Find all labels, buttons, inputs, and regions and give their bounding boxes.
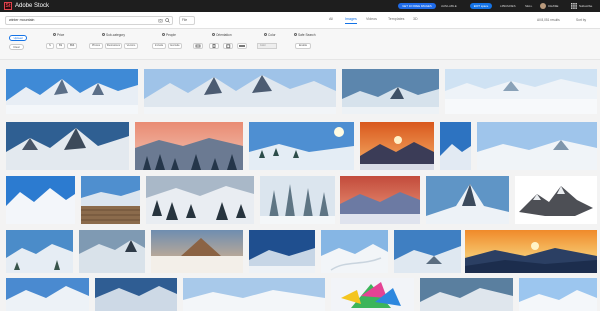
- result-image[interactable]: [260, 176, 335, 224]
- result-image[interactable]: [151, 230, 243, 273]
- nav-sell[interactable]: SELL: [525, 3, 532, 9]
- price-chip-2[interactable]: $$: [56, 43, 65, 49]
- adobe-stock-page: St Adobe Stock GET 10 FREE IMAGES AVAILA…: [0, 0, 600, 311]
- tab-all[interactable]: All: [329, 15, 333, 23]
- result-image[interactable]: [249, 230, 315, 273]
- results-grid: [0, 60, 600, 311]
- result-image[interactable]: [183, 278, 325, 311]
- nav-available[interactable]: AVAILABLE: [441, 3, 457, 9]
- result-image[interactable]: [426, 176, 509, 224]
- apps-grid-icon[interactable]: [571, 3, 577, 9]
- safesearch-label: Safe Search: [298, 33, 316, 37]
- result-image[interactable]: [6, 69, 138, 114]
- result-image[interactable]: [321, 230, 388, 273]
- result-image[interactable]: [6, 122, 129, 170]
- safesearch-filter-title: Safe Search: [294, 33, 316, 38]
- people-exclude[interactable]: Exclude: [168, 43, 182, 49]
- tab-templates[interactable]: Templates: [388, 15, 404, 23]
- result-image[interactable]: [360, 122, 434, 170]
- orientation-panoramic[interactable]: [237, 43, 247, 49]
- price-filter-title: Price: [53, 33, 64, 38]
- search-icon[interactable]: [165, 18, 170, 23]
- orientation-square[interactable]: [223, 43, 233, 49]
- safe-search-icon: [294, 33, 297, 37]
- clear-button[interactable]: Clear: [9, 44, 24, 50]
- subcategory-photos[interactable]: Photos: [89, 43, 103, 49]
- subscribe-link[interactable]: Subscribe: [579, 3, 592, 9]
- color-filter-title: Color: [264, 33, 276, 38]
- result-image[interactable]: [6, 278, 89, 311]
- brand-name[interactable]: Adobe Stock: [15, 2, 49, 10]
- result-image[interactable]: [6, 176, 75, 224]
- subcategory-filter-title: Sub-category: [102, 33, 125, 38]
- orientation-landscape[interactable]: [193, 43, 203, 49]
- people-label: People: [166, 33, 176, 37]
- square-icon: [226, 44, 230, 48]
- filter-bar: Upload Clear Price $ $$ $$$ Sub-category…: [0, 29, 600, 60]
- search-strip: winter mountain File All Images Videos T…: [0, 12, 600, 29]
- color-label: Color: [268, 33, 276, 37]
- user-name[interactable]: CHASE: [548, 3, 558, 9]
- upload-button[interactable]: Upload: [9, 35, 27, 41]
- result-image[interactable]: [440, 122, 471, 170]
- result-image[interactable]: [6, 230, 73, 273]
- orientation-label: Orientation: [216, 33, 232, 37]
- price-chip-3[interactable]: $$$: [67, 43, 77, 49]
- result-image[interactable]: [465, 230, 597, 273]
- subcategory-illustrations[interactable]: Illustrations: [105, 43, 122, 49]
- result-image[interactable]: [249, 122, 354, 170]
- category-icon: [102, 33, 105, 37]
- people-filter-title: People: [162, 33, 176, 38]
- result-image[interactable]: [79, 230, 145, 273]
- result-image[interactable]: [331, 278, 414, 311]
- result-image[interactable]: [394, 230, 461, 273]
- subcategory-vectors[interactable]: Vectors: [124, 43, 138, 49]
- result-image[interactable]: [81, 176, 140, 224]
- color-select[interactable]: Color: [257, 43, 277, 49]
- panoramic-icon: [239, 45, 245, 47]
- search-input[interactable]: winter mountain: [5, 16, 173, 25]
- tab-3d[interactable]: 3D: [413, 15, 418, 23]
- result-image[interactable]: [144, 69, 336, 114]
- result-image[interactable]: [146, 176, 254, 224]
- result-image[interactable]: [95, 278, 177, 311]
- people-icon: [162, 33, 165, 37]
- result-image[interactable]: [445, 69, 597, 114]
- file-type-select[interactable]: File: [179, 16, 195, 25]
- price-chip-1[interactable]: $: [46, 43, 54, 49]
- get-free-images-button[interactable]: GET 10 FREE IMAGES: [398, 3, 436, 9]
- price-label: Price: [57, 33, 65, 37]
- sort-select[interactable]: Sort by: [576, 17, 586, 23]
- orientation-portrait[interactable]: [209, 43, 219, 49]
- subcategory-label: Sub-category: [106, 33, 125, 37]
- tab-videos[interactable]: Videos: [366, 15, 377, 23]
- orientation-filter-title: Orientation: [212, 33, 232, 38]
- search-query[interactable]: winter mountain: [9, 17, 34, 24]
- result-image[interactable]: [515, 176, 597, 224]
- result-image[interactable]: [519, 278, 597, 311]
- result-image[interactable]: [420, 278, 513, 311]
- currency-icon: [53, 33, 56, 37]
- result-image[interactable]: [340, 176, 420, 224]
- result-count: All 8,051 results: [537, 18, 560, 22]
- top-bar: St Adobe Stock GET 10 FREE IMAGES AVAILA…: [0, 0, 600, 12]
- orientation-icon: [212, 33, 215, 37]
- file-type-label: File: [182, 18, 188, 22]
- color-icon: [264, 33, 267, 37]
- tab-images[interactable]: Images: [345, 15, 357, 24]
- nav-libraries[interactable]: LIBRARIES: [500, 3, 516, 9]
- result-image[interactable]: [135, 122, 243, 170]
- camera-icon[interactable]: [158, 18, 163, 23]
- avatar[interactable]: [540, 3, 546, 9]
- result-image[interactable]: [342, 69, 439, 114]
- edit-space-button[interactable]: EDIT space: [470, 3, 492, 9]
- portrait-icon: [212, 44, 216, 48]
- people-include[interactable]: Include: [152, 43, 166, 49]
- safesearch-enable[interactable]: Enable: [295, 43, 311, 49]
- landscape-icon: [195, 44, 201, 48]
- result-image[interactable]: [477, 122, 597, 170]
- adobe-stock-logo-icon[interactable]: St: [4, 2, 12, 10]
